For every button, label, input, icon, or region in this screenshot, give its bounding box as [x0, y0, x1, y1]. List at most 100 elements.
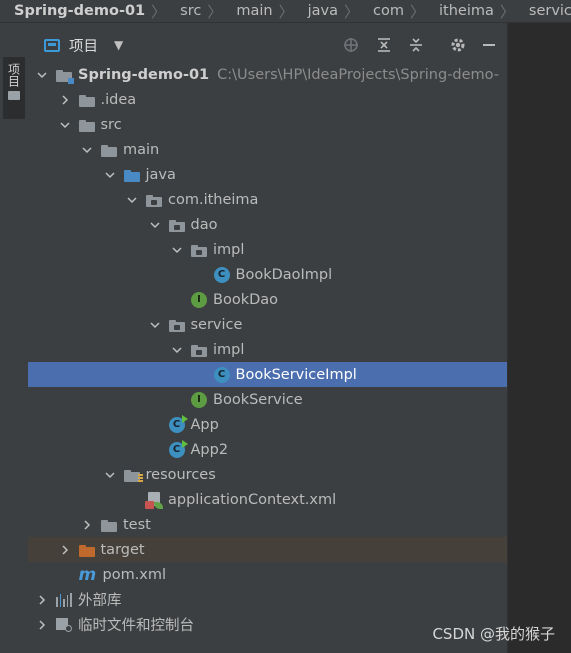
package-icon	[191, 242, 207, 258]
tree-item-label: com.itheima	[168, 191, 259, 208]
source-folder-icon	[123, 167, 140, 183]
tree-row[interactable]: src	[28, 112, 507, 137]
tree-item-label: pom.xml	[102, 566, 167, 583]
tree-item-label: impl	[213, 341, 245, 358]
tool-window-stripe: 项目	[0, 23, 29, 653]
class-icon: C	[213, 366, 230, 383]
chevron-down-icon[interactable]	[149, 319, 161, 331]
breadcrumb-separator: 〉	[499, 2, 515, 21]
breadcrumb-separator: 〉	[278, 2, 294, 21]
tree-item-label: impl	[213, 241, 245, 258]
project-view-icon	[44, 38, 60, 52]
chevron-right-icon[interactable]	[36, 594, 48, 606]
chevron-down-icon[interactable]	[104, 169, 116, 181]
folder-icon	[78, 117, 95, 133]
tree-item-label: java	[145, 166, 176, 183]
tree-row[interactable]: resources	[28, 462, 507, 487]
tree-item-label: .idea	[100, 91, 137, 108]
panel-header: 项目 ▼	[28, 31, 507, 59]
chevron-down-icon[interactable]	[126, 194, 138, 206]
tree-row[interactable]: main	[28, 137, 507, 162]
breadcrumb-item[interactable]: com	[359, 3, 410, 19]
breadcrumb-item[interactable]: src	[166, 3, 207, 19]
tree-row[interactable]: test	[28, 512, 507, 537]
breadcrumb-separator: 〉	[344, 2, 360, 21]
excluded-folder-icon	[78, 542, 95, 558]
chevron-down-icon[interactable]	[171, 244, 183, 256]
collapse-all-icon[interactable]	[405, 31, 427, 59]
tree-row[interactable]: impl	[28, 337, 507, 362]
package-icon	[191, 342, 207, 358]
package-icon	[146, 192, 162, 208]
chevron-right-icon[interactable]	[81, 519, 93, 531]
tree-item-label: 临时文件和控制台	[78, 618, 194, 634]
breadcrumb-item[interactable]: main	[222, 3, 278, 19]
breadcrumb: Spring-demo-01 〉 src 〉 main 〉 java 〉 com 〉 itheima…	[0, 0, 571, 23]
expand-all-icon[interactable]	[373, 31, 395, 59]
tree-row[interactable]: service	[28, 312, 507, 337]
tree-row[interactable]: C BookDaoImpl	[28, 262, 507, 287]
interface-icon: I	[191, 291, 207, 308]
folder-icon	[78, 92, 95, 108]
view-selector-label[interactable]: 项目	[69, 35, 98, 56]
tree-row[interactable]: 外部库	[28, 587, 507, 612]
chevron-down-icon[interactable]	[171, 344, 183, 356]
tree-row[interactable]: .idea	[28, 87, 507, 112]
tree-row[interactable]: C App	[28, 412, 507, 437]
folder-icon	[101, 142, 117, 158]
tree-row[interactable]: java	[28, 162, 507, 187]
tree-item-label: applicationContext.xml	[168, 491, 337, 508]
chevron-down-icon[interactable]	[59, 119, 71, 131]
gear-icon[interactable]	[447, 31, 469, 59]
chevron-down-icon[interactable]	[81, 144, 93, 156]
package-icon	[168, 217, 185, 233]
tree-row[interactable]: impl	[28, 237, 507, 262]
breadcrumb-item[interactable]: Spring-demo-01	[0, 3, 151, 19]
breadcrumb-separator: 〉	[409, 2, 425, 21]
chevron-right-icon[interactable]	[59, 544, 71, 556]
tree-item-label: service	[190, 316, 243, 333]
tree-row[interactable]: C App2	[28, 437, 507, 462]
tree-row[interactable]: I BookService	[28, 387, 507, 412]
breadcrumb-separator: 〉	[207, 2, 223, 21]
tree-row[interactable]: com.itheima	[28, 187, 507, 212]
class-icon: C	[213, 266, 230, 283]
tree-row[interactable]: Spring-demo-01 C:\Users\HP\IdeaProjects\S…	[28, 62, 507, 87]
tree-item-label: Spring-demo-01	[78, 66, 210, 83]
breadcrumb-item[interactable]: service	[515, 3, 571, 19]
chevron-right-icon[interactable]	[36, 619, 48, 631]
tree-row[interactable]: applicationContext.xml	[28, 487, 507, 512]
scratches-icon	[56, 617, 72, 632]
tree-item-label: App	[190, 416, 219, 433]
chevron-down-icon[interactable]	[149, 219, 161, 231]
chevron-down-icon[interactable]	[36, 69, 48, 81]
locate-icon[interactable]	[340, 31, 362, 59]
project-tool-button[interactable]: 项目	[3, 57, 25, 119]
tree-item-label: BookService	[213, 391, 303, 408]
tree-row[interactable]: I BookDao	[28, 287, 507, 312]
libraries-icon	[56, 592, 72, 607]
tree-row[interactable]: target	[28, 537, 507, 562]
hide-panel-icon[interactable]	[478, 31, 500, 59]
xml-file-icon	[145, 491, 163, 509]
tree-item-label: BookDaoImpl	[235, 266, 333, 283]
tree-item-label: src	[100, 116, 122, 133]
module-path: C:\Users\HP\IdeaProjects\Spring-demo-	[217, 66, 500, 83]
package-icon	[168, 317, 185, 333]
tree-row[interactable]: m pom.xml	[28, 562, 507, 587]
maven-icon: m	[78, 564, 97, 585]
chevron-down-icon[interactable]	[104, 469, 116, 481]
tree-row[interactable]: C BookServiceImpl	[28, 362, 507, 387]
chevron-down-icon[interactable]: ▼	[114, 38, 123, 52]
main-class-icon: C	[168, 414, 188, 433]
folder-icon	[8, 91, 20, 100]
chevron-right-icon[interactable]	[59, 94, 71, 106]
breadcrumb-item[interactable]: itheima	[425, 3, 500, 19]
tree-row[interactable]: dao	[28, 212, 507, 237]
tree-item-label: resources	[145, 466, 216, 483]
interface-icon: I	[191, 391, 207, 408]
breadcrumb-item[interactable]: java	[294, 3, 344, 19]
